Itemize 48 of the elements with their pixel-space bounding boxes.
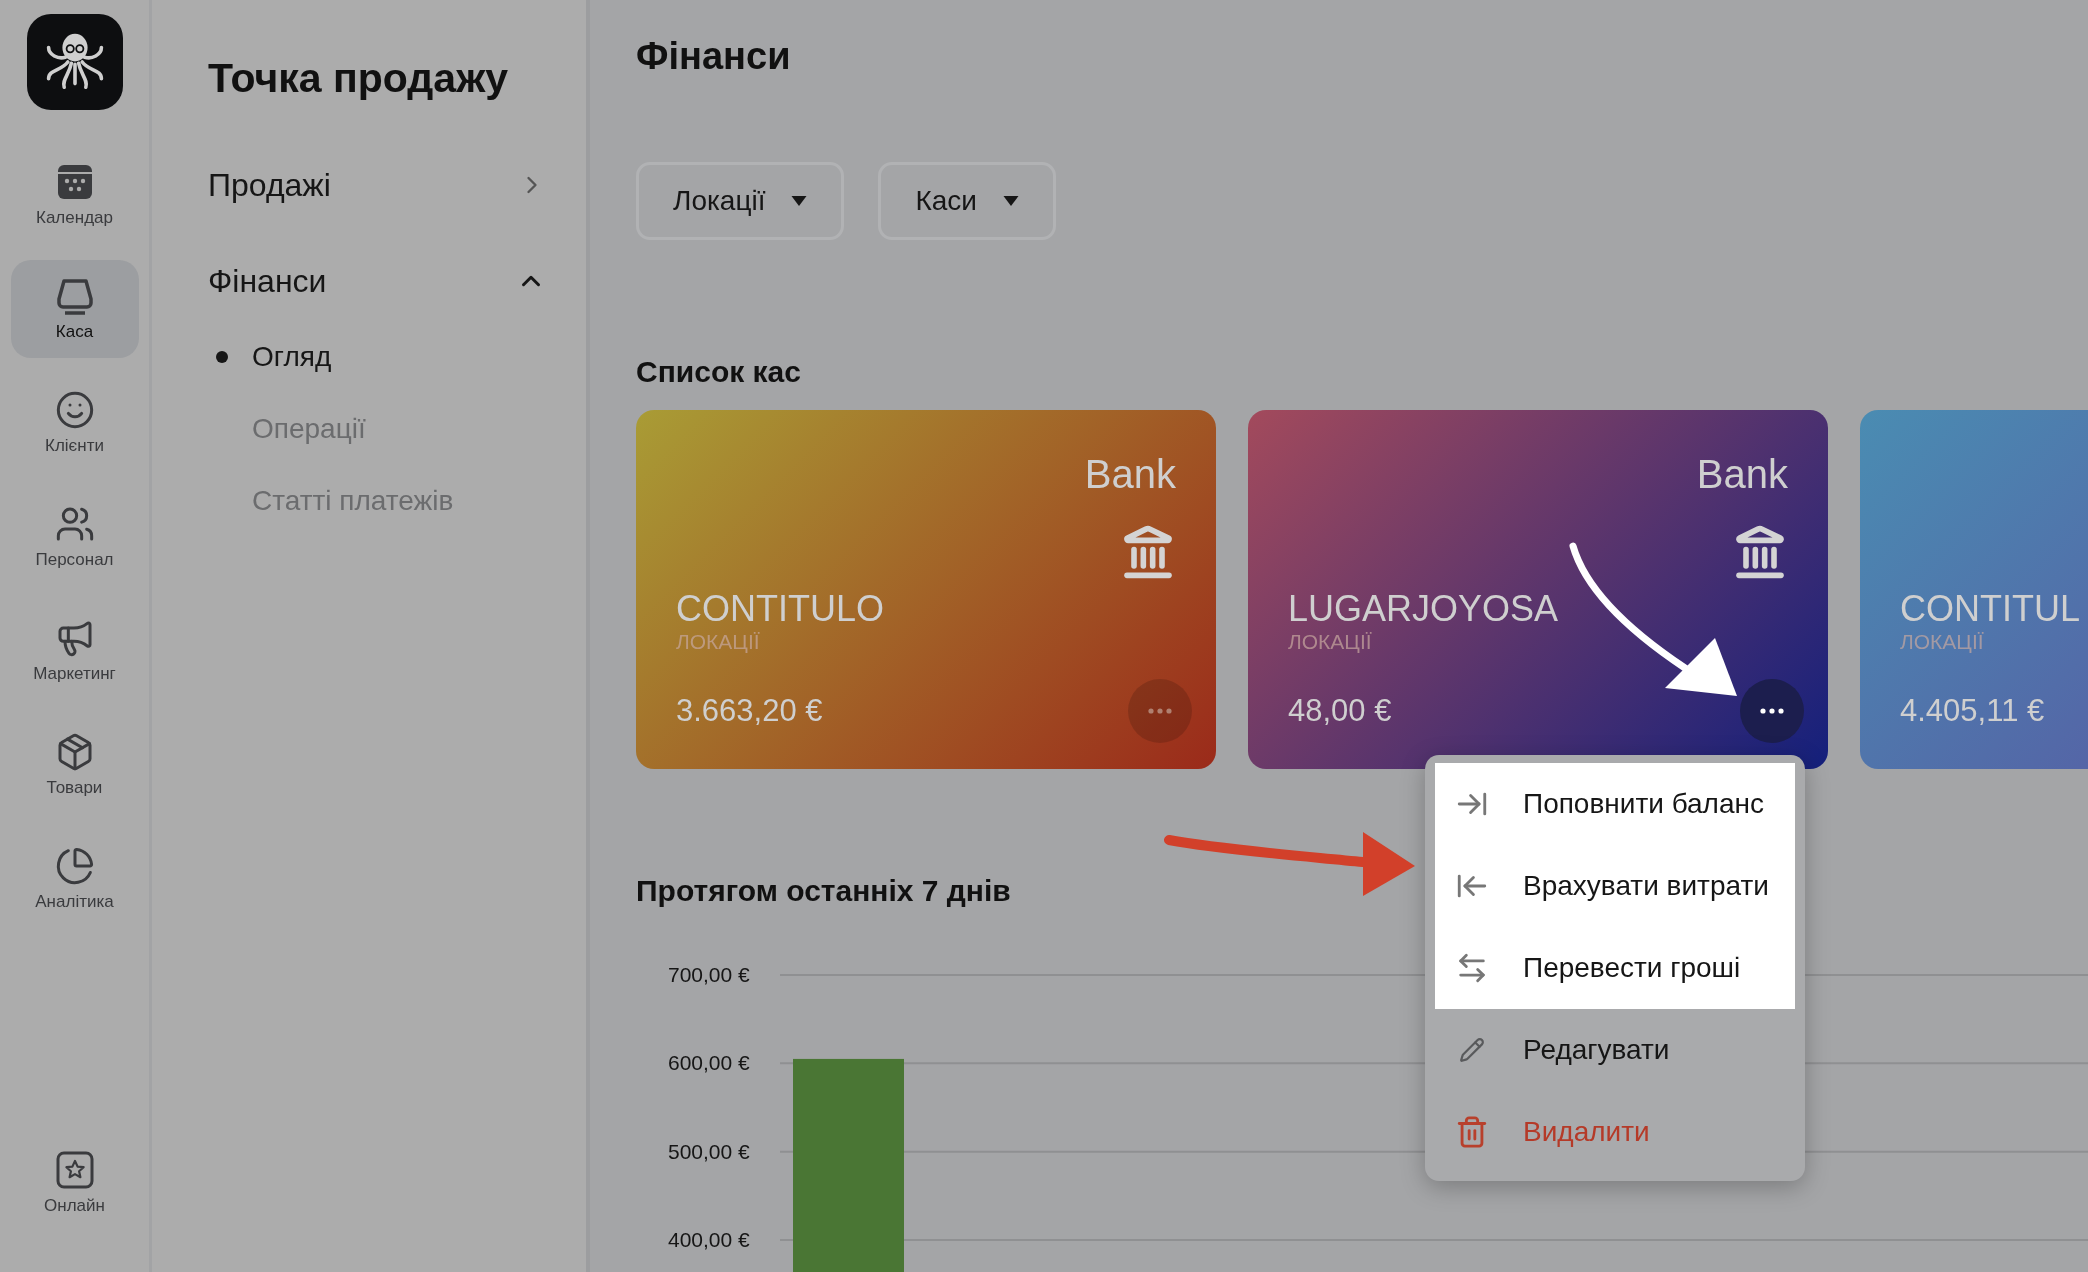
- menu-item[interactable]: Врахувати витрати: [1435, 845, 1795, 927]
- nav-item[interactable]: Товари: [10, 716, 139, 814]
- axis-label: 500,00 €: [668, 1139, 750, 1164]
- card-type: Bank: [1696, 451, 1788, 498]
- nav-item[interactable]: Онлайн: [10, 1134, 139, 1232]
- location-label: ЛОКАЦІЇ: [1900, 630, 1984, 654]
- more-icon: [1759, 708, 1785, 714]
- trash-icon: [1455, 1115, 1489, 1149]
- filter-dropdown[interactable]: Каси: [878, 162, 1056, 240]
- nav-item[interactable]: Персонал: [10, 488, 139, 586]
- register-name: CONTITUL: [1900, 588, 2080, 630]
- menu-item[interactable]: Редагувати: [1435, 1009, 1795, 1091]
- register-amount: 48,00 €: [1288, 693, 1392, 729]
- menu-item[interactable]: Поповнити баланс: [1435, 763, 1795, 845]
- caret-icon: [1002, 196, 1019, 206]
- location-label: ЛОКАЦІЇ: [1288, 630, 1372, 654]
- nav-item[interactable]: Календар: [10, 146, 139, 244]
- menu-item[interactable]: Перевести гроші: [1435, 927, 1795, 1009]
- axis-label: 400,00 €: [668, 1228, 750, 1252]
- section-heading: Протягом останніх 7 днів: [636, 873, 1011, 909]
- more-icon: [1147, 708, 1173, 714]
- location-label: ЛОКАЦІЇ: [676, 630, 760, 654]
- octopus-logo[interactable]: [26, 14, 123, 110]
- register-name: LUGARJOYOSA: [1288, 588, 1559, 630]
- nav-item[interactable]: Аналітика: [10, 830, 139, 928]
- axis-label: 600,00 €: [668, 1051, 750, 1076]
- filter-dropdown[interactable]: Локації: [636, 162, 845, 240]
- nav-item[interactable]: Маркетинг: [10, 602, 139, 700]
- section-header[interactable]: Продажі: [208, 137, 546, 233]
- pencil-icon: [1459, 1037, 1485, 1063]
- register-amount: 3.663,20 €: [676, 693, 823, 729]
- page-title: Фінанси: [636, 34, 791, 79]
- sidebar-title: Точка продажу: [208, 54, 509, 103]
- pie-chart-icon: [54, 846, 95, 886]
- axis-label: 700,00 €: [668, 963, 750, 987]
- register-card[interactable]: Bank LUGARJOYOSA ЛОКАЦІЇ 48,00 €: [1248, 410, 1828, 769]
- card-type: Bank: [1084, 451, 1176, 498]
- register-card[interactable]: Bank CONTITULO ЛОКАЦІЇ 3.663,20 €: [636, 410, 1216, 769]
- section-heading: Список кас: [636, 354, 801, 390]
- smiley-icon: [54, 390, 95, 430]
- register-amount: 4.405,11 €: [1900, 693, 2045, 729]
- register-icon: [54, 276, 95, 316]
- register-name: CONTITULO: [676, 588, 884, 630]
- menu-item[interactable]: Видалити: [1435, 1091, 1795, 1173]
- nav-item[interactable]: Каса: [10, 260, 139, 358]
- nav-item[interactable]: Клієнти: [10, 374, 139, 472]
- caret-icon: [791, 196, 808, 206]
- register-card[interactable]: CONTITUL ЛОКАЦІЇ 4.405,11 €: [1860, 410, 2088, 769]
